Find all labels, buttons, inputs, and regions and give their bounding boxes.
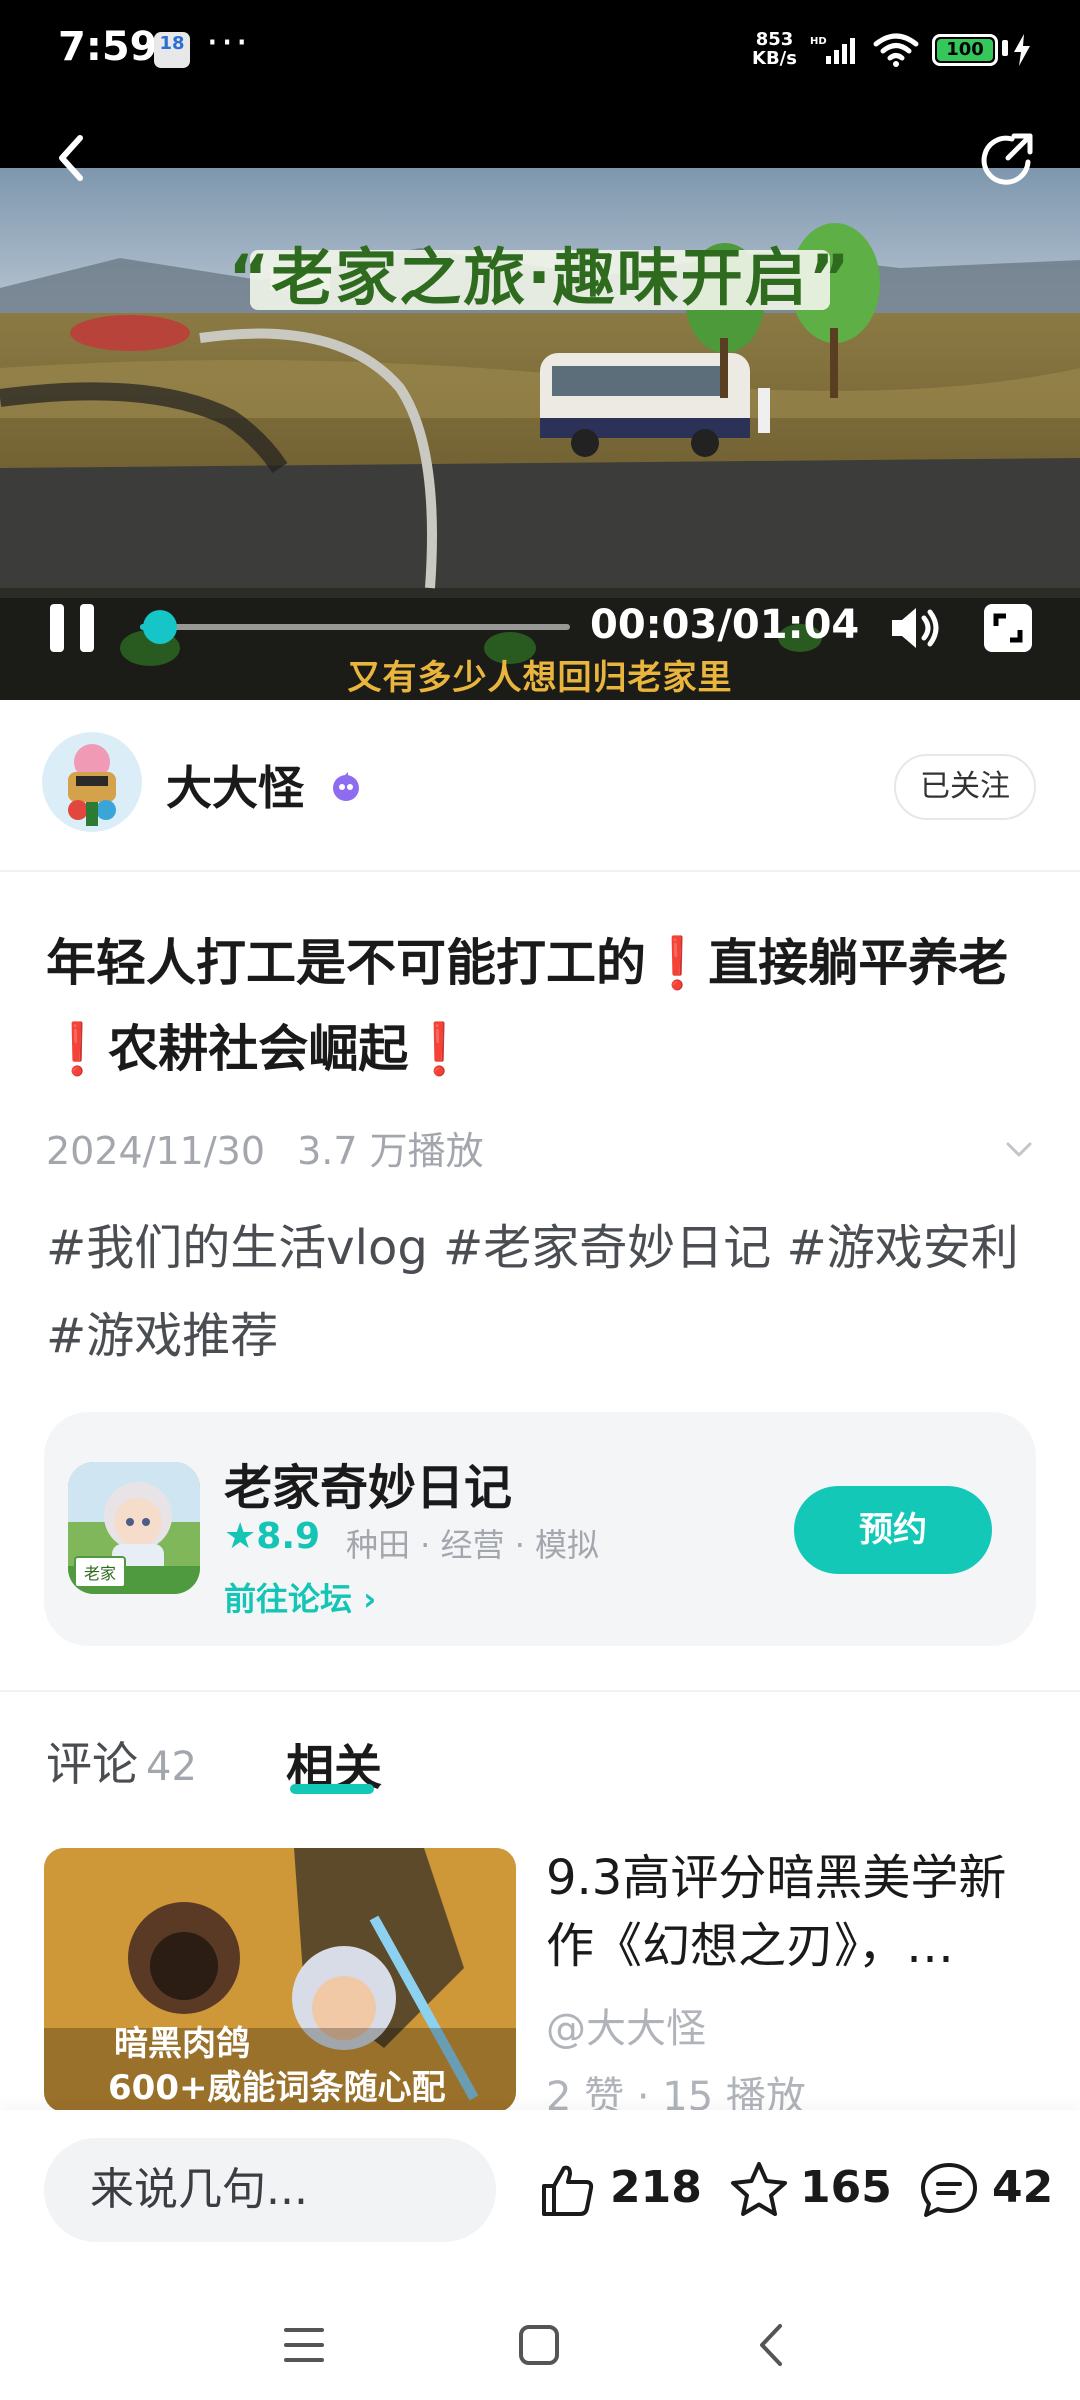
video-progress-bar[interactable] — [140, 610, 570, 644]
related-video-title[interactable]: 9.3高评分暗黑美学新作《幻想之刃》，… — [546, 1844, 1046, 1980]
share-icon[interactable] — [978, 130, 1038, 190]
tab-comments-label: 评论 — [46, 1737, 138, 1791]
game-forum-link[interactable]: 前往论坛 › — [224, 1574, 376, 1620]
nav-back-icon[interactable] — [756, 2322, 786, 2368]
battery-icon: 100 — [932, 34, 998, 66]
back-arrow-icon[interactable] — [50, 130, 94, 186]
related-video-thumbnail[interactable]: 暗黑肉鸽 600+威能词条随心配 — [44, 1848, 516, 2112]
exclamation-icon: ❗ — [46, 1020, 109, 1078]
like-button[interactable]: 218 — [538, 2154, 702, 2224]
video-title-banner: “老家之旅·趣味开启” — [220, 228, 860, 328]
bottom-action-bar: 来说几句... 218 165 42 — [0, 2110, 1080, 2290]
section-divider — [0, 1690, 1080, 1692]
battery-tip — [1002, 40, 1008, 56]
creator-badge-icon — [333, 772, 359, 801]
svg-text:HD: HD — [810, 36, 827, 47]
post-hashtags[interactable]: #我们的生活vlog #老家奇妙日记 #游戏安利 #游戏推荐 — [46, 1204, 1036, 1380]
post-date: 2024/11/30 — [46, 1129, 266, 1173]
author-name[interactable]: 大大怪 — [166, 752, 304, 818]
video-subtitle: 又有多少人想回归老家里 — [347, 658, 733, 698]
comment-input[interactable]: 来说几句... — [44, 2138, 496, 2242]
chevron-down-icon[interactable] — [1002, 1132, 1036, 1166]
author-row: 大大怪 已关注 — [0, 700, 1080, 872]
volume-icon[interactable] — [888, 604, 944, 652]
game-tags: 种田 · 经营 · 模拟 — [346, 1526, 600, 1564]
tab-comments[interactable]: 评论 42 — [46, 1728, 197, 1794]
charging-icon — [1014, 34, 1030, 66]
game-icon-label: 老家 — [74, 1556, 127, 1588]
author-avatar[interactable] — [42, 732, 142, 832]
status-time: 7:59 — [58, 24, 158, 70]
video-time: 00:03/01:04 — [590, 602, 860, 648]
home-icon[interactable] — [518, 2324, 560, 2366]
network-speed-value: 853 — [755, 29, 794, 50]
status-bar: 7:59 18 ··· 853 KB/s HD 100 — [0, 0, 1080, 100]
thumbnail-caption-2: 600+威能词条随心配 — [108, 2068, 446, 2108]
post-meta: 2024/11/30 3.7 万播放 — [46, 1120, 484, 1175]
comment-button[interactable]: 42 — [918, 2154, 1053, 2224]
game-name[interactable]: 老家奇妙日记 — [224, 1448, 512, 1518]
notification-badge: 18 — [154, 32, 190, 68]
reserve-button[interactable]: 预约 — [794, 1486, 992, 1574]
video-progress-handle[interactable] — [143, 610, 178, 644]
post-title-part: 年轻人打工是不可能打工的 — [46, 934, 646, 992]
menu-icon[interactable] — [284, 2326, 324, 2364]
thumbnail-caption-1: 暗黑肉鸽 — [114, 2024, 250, 2064]
exclamation-icon: ❗ — [646, 934, 709, 992]
post-title-part: 农耕社会崛起 — [108, 1020, 409, 1078]
post-title-part: 直接躺平养老 — [708, 934, 1009, 992]
fullscreen-icon[interactable] — [982, 602, 1034, 654]
favorite-button[interactable]: 165 — [728, 2154, 892, 2224]
network-speed: 853 KB/s — [752, 30, 797, 68]
system-nav-bar — [0, 2290, 1080, 2400]
game-rating: ★8.9 — [224, 1516, 321, 1557]
comment-count: 42 — [992, 2162, 1054, 2213]
exclamation-icon: ❗ — [408, 1020, 471, 1078]
like-count: 218 — [610, 2162, 702, 2213]
signal-icon: HD — [810, 36, 855, 64]
game-card[interactable]: 老家 老家奇妙日记 ★8.9 种田 · 经营 · 模拟 前往论坛 › 预约 — [44, 1412, 1036, 1646]
network-speed-unit: KB/s — [752, 48, 797, 69]
comment-bubble-icon — [921, 2163, 977, 2217]
related-video-author[interactable]: @大大怪 — [546, 1996, 706, 2054]
active-tab-indicator — [290, 1784, 374, 1794]
pause-icon[interactable] — [48, 602, 98, 654]
video-player[interactable]: “老家之旅·趣味开启” 又有多少人想回归老家里 00:03/01:04 — [0, 100, 1080, 700]
wifi-icon — [873, 33, 919, 67]
post-plays: 3.7 万播放 — [297, 1129, 484, 1173]
game-icon[interactable]: 老家 — [68, 1462, 200, 1594]
status-more-dots: ··· — [206, 20, 251, 66]
thumbs-up-icon — [542, 2165, 594, 2216]
video-banner-text: “老家之旅·趣味开启” — [228, 241, 852, 314]
follow-button[interactable]: 已关注 — [894, 754, 1036, 820]
battery-level: 100 — [937, 39, 993, 61]
star-icon — [731, 2162, 787, 2216]
tab-comments-count: 42 — [146, 1744, 197, 1790]
post-title: 年轻人打工是不可能打工的❗直接躺平养老❗农耕社会崛起❗ — [46, 920, 1036, 1092]
favorite-count: 165 — [800, 2162, 892, 2213]
